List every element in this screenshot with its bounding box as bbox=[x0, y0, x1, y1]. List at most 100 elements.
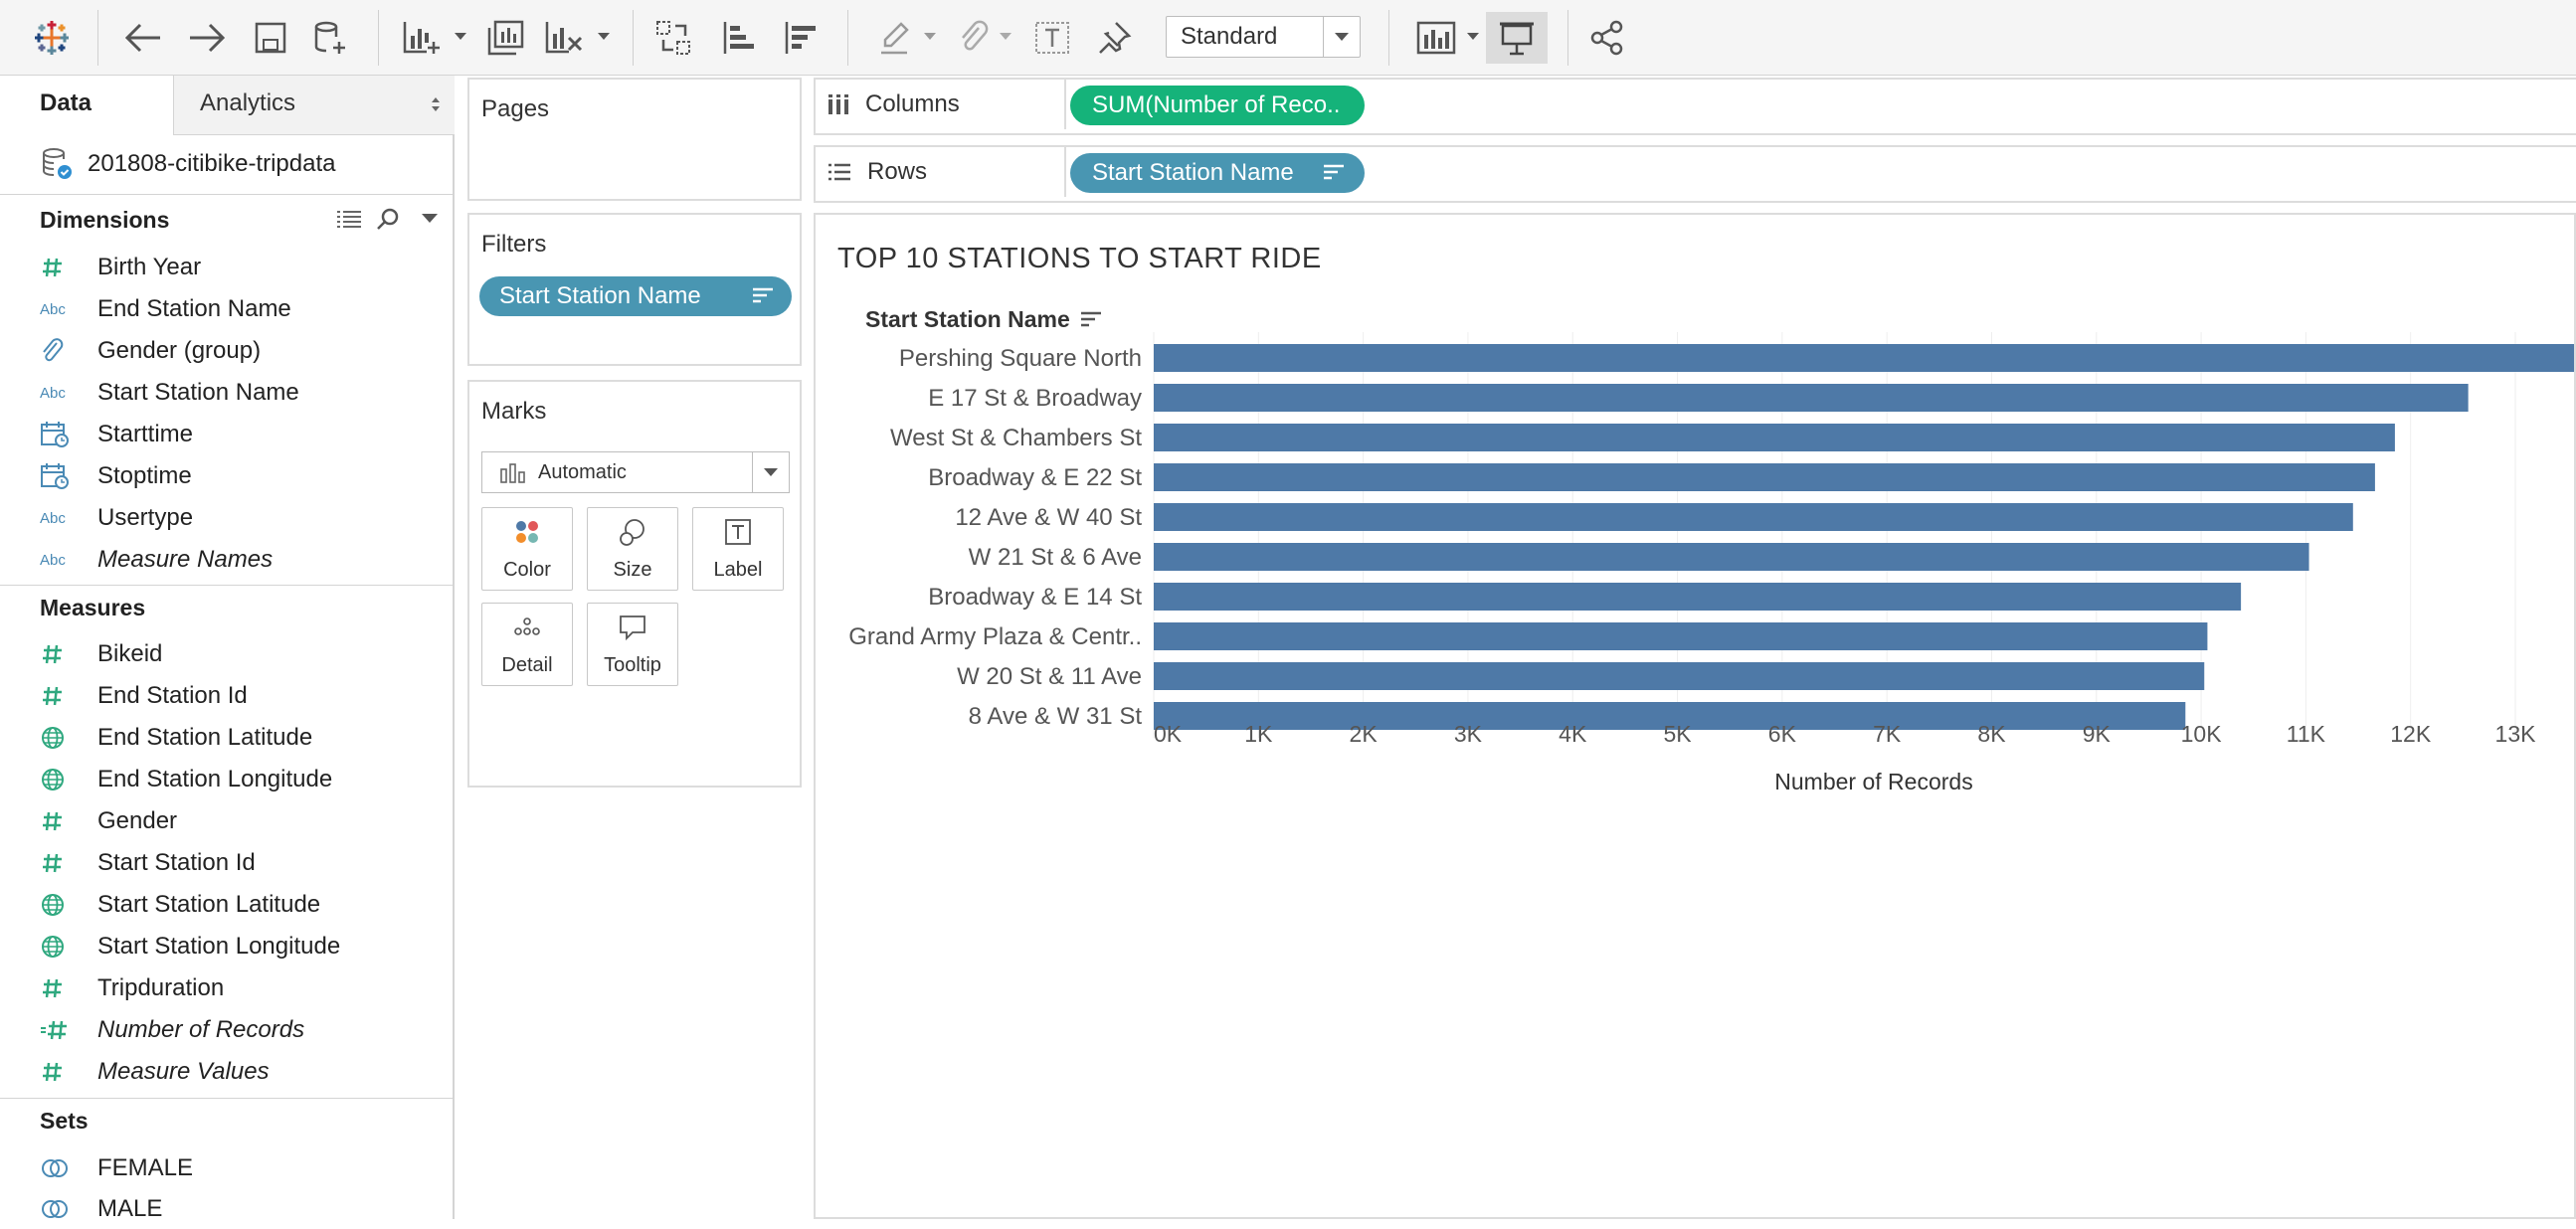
number-calc-icon bbox=[40, 1015, 82, 1045]
bar[interactable] bbox=[1154, 344, 2574, 372]
field-usertype[interactable]: Abc Usertype bbox=[40, 498, 448, 538]
clear-dropdown-icon[interactable] bbox=[597, 30, 611, 44]
viz-area: TOP 10 STATIONS TO START RIDE Start Stat… bbox=[814, 213, 2576, 1219]
bar[interactable] bbox=[1154, 543, 2309, 571]
share-icon[interactable] bbox=[1579, 12, 1635, 64]
calendar-icon bbox=[40, 420, 82, 449]
swap-rows-columns-icon[interactable] bbox=[646, 12, 702, 64]
row-label[interactable]: Broadway & E 14 St bbox=[928, 584, 1142, 611]
bar[interactable] bbox=[1154, 424, 2395, 451]
bar[interactable] bbox=[1154, 622, 2208, 650]
tab-analytics[interactable]: Analytics bbox=[173, 76, 455, 135]
toolbar: Standard bbox=[0, 0, 2576, 76]
field-gender[interactable]: Gender bbox=[40, 801, 448, 841]
row-label[interactable]: 8 Ave & W 31 St bbox=[969, 703, 1143, 730]
bar[interactable] bbox=[1154, 463, 2375, 491]
new-worksheet-dropdown-icon[interactable] bbox=[454, 30, 467, 44]
show-cards-dropdown-icon[interactable] bbox=[1466, 30, 1480, 44]
row-label[interactable]: Grand Army Plaza & Centr.. bbox=[848, 623, 1142, 650]
bar[interactable] bbox=[1154, 662, 2205, 690]
undo-icon[interactable] bbox=[115, 12, 171, 64]
field-start-station-latitude[interactable]: Start Station Latitude bbox=[40, 885, 448, 925]
field-end-station-id[interactable]: End Station Id bbox=[40, 676, 448, 716]
mark-type-select[interactable]: Automatic bbox=[481, 451, 790, 493]
rows-shelf[interactable]: Rows Start Station Name bbox=[814, 145, 2576, 203]
pages-card[interactable]: Pages bbox=[467, 78, 802, 201]
field-birth-year[interactable]: Birth Year bbox=[40, 248, 448, 287]
field-stoptime[interactable]: Stoptime bbox=[40, 456, 448, 496]
group-dropdown-icon[interactable] bbox=[999, 30, 1012, 44]
filters-card[interactable]: Filters Start Station Name bbox=[467, 213, 802, 366]
view-list-icon[interactable] bbox=[336, 209, 362, 229]
paperclip-icon bbox=[40, 336, 82, 366]
sort-ascending-icon[interactable] bbox=[712, 12, 768, 64]
group-paperclip-icon[interactable] bbox=[945, 12, 1001, 64]
tableau-logo-icon[interactable] bbox=[24, 12, 80, 64]
search-icon[interactable] bbox=[376, 207, 400, 231]
field-end-station-name[interactable]: Abc End Station Name bbox=[40, 289, 448, 329]
sort-descending-icon[interactable] bbox=[774, 12, 829, 64]
field-end-station-longitude[interactable]: End Station Longitude bbox=[40, 760, 448, 799]
row-label[interactable]: West St & Chambers St bbox=[890, 425, 1142, 451]
rows-shelf-label: Rows bbox=[816, 147, 1066, 197]
marks-tooltip-button[interactable]: Tooltip bbox=[587, 603, 678, 686]
marks-color-button[interactable]: Color bbox=[481, 507, 573, 591]
x-axis-title[interactable]: Number of Records bbox=[1774, 769, 1972, 794]
save-icon[interactable] bbox=[243, 12, 298, 64]
row-label[interactable]: W 20 St & 11 Ave bbox=[957, 663, 1142, 690]
presentation-mode-icon[interactable] bbox=[1486, 12, 1548, 64]
new-worksheet-icon[interactable] bbox=[394, 12, 450, 64]
number-icon bbox=[40, 806, 82, 836]
field-start-station-longitude[interactable]: Start Station Longitude bbox=[40, 927, 448, 966]
rows-pill-start-station-name[interactable]: Start Station Name bbox=[1070, 153, 1365, 193]
row-label[interactable]: W 21 St & 6 Ave bbox=[969, 544, 1142, 571]
columns-pill-sum-number-of-records[interactable]: SUM(Number of Reco.. bbox=[1070, 86, 1365, 125]
marks-detail-button[interactable]: Detail bbox=[481, 603, 573, 686]
tab-data[interactable]: Data bbox=[0, 76, 173, 135]
view-size-select[interactable]: Standard bbox=[1166, 16, 1361, 58]
detail-icon bbox=[482, 614, 572, 639]
field-tripduration[interactable]: Tripduration bbox=[40, 968, 448, 1008]
row-label[interactable]: E 17 St & Broadway bbox=[928, 385, 1142, 412]
abc-icon: Abc bbox=[40, 509, 66, 527]
bar[interactable] bbox=[1154, 583, 2242, 611]
x-tick-label: 0K bbox=[1154, 721, 1183, 747]
bar[interactable] bbox=[1154, 503, 2353, 531]
field-set-male[interactable]: MALE bbox=[40, 1189, 448, 1229]
field-number-of-records[interactable]: Number of Records bbox=[40, 1010, 448, 1050]
marks-size-button[interactable]: Size bbox=[587, 507, 678, 591]
number-icon bbox=[40, 848, 82, 878]
field-end-station-latitude[interactable]: End Station Latitude bbox=[40, 718, 448, 758]
filter-pill-start-station-name[interactable]: Start Station Name bbox=[479, 276, 792, 316]
field-bikeid[interactable]: Bikeid bbox=[40, 634, 448, 674]
highlight-icon[interactable] bbox=[867, 12, 923, 64]
field-start-station-id[interactable]: Start Station Id bbox=[40, 843, 448, 883]
highlight-dropdown-icon[interactable] bbox=[923, 30, 937, 44]
field-measure-values[interactable]: Measure Values bbox=[40, 1052, 448, 1092]
bar[interactable] bbox=[1154, 384, 2469, 412]
row-label[interactable]: Pershing Square North bbox=[899, 345, 1142, 372]
sort-icon bbox=[752, 287, 774, 305]
pin-axes-icon[interactable] bbox=[1086, 12, 1142, 64]
new-datasource-icon[interactable] bbox=[302, 12, 358, 64]
tooltip-icon bbox=[588, 614, 677, 641]
field-measure-names[interactable]: Abc Measure Names bbox=[40, 540, 448, 580]
duplicate-sheet-icon[interactable] bbox=[477, 12, 533, 64]
columns-shelf[interactable]: Columns SUM(Number of Reco.. bbox=[814, 78, 2576, 135]
chevron-down-icon bbox=[752, 452, 789, 492]
field-starttime[interactable]: Starttime bbox=[40, 415, 448, 454]
dimensions-menu-icon[interactable] bbox=[422, 214, 438, 224]
marks-label-button[interactable]: Label bbox=[692, 507, 784, 591]
clear-sheet-icon[interactable] bbox=[537, 12, 593, 64]
redo-icon[interactable] bbox=[179, 12, 235, 64]
field-start-station-name[interactable]: Abc Start Station Name bbox=[40, 373, 448, 413]
field-gender-group[interactable]: Gender (group) bbox=[40, 331, 448, 371]
row-label[interactable]: Broadway & E 22 St bbox=[928, 464, 1142, 491]
globe-icon bbox=[40, 723, 82, 753]
row-label[interactable]: 12 Ave & W 40 St bbox=[955, 504, 1142, 531]
show-mark-labels-icon[interactable] bbox=[1024, 12, 1080, 64]
abc-icon: Abc bbox=[40, 551, 66, 569]
datasource-row[interactable]: 201808-citibike-tripdata bbox=[0, 135, 453, 195]
field-set-female[interactable]: FEMALE bbox=[40, 1148, 448, 1188]
show-cards-icon[interactable] bbox=[1408, 12, 1464, 64]
